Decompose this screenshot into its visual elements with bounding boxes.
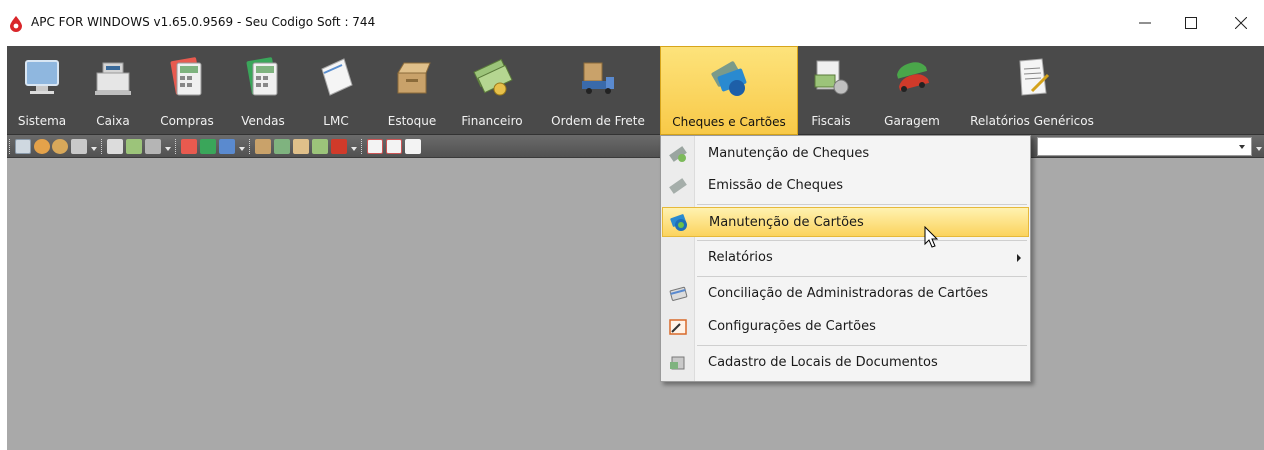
cards-icon bbox=[711, 61, 747, 96]
close-button[interactable] bbox=[1218, 0, 1264, 46]
menu-item-configuracoes-de-cartoes[interactable]: Configurações de Cartões bbox=[662, 312, 1029, 342]
cars-icon bbox=[897, 62, 930, 92]
toolbar-register-icon[interactable] bbox=[107, 139, 123, 154]
ribbon-item-lmc[interactable]: LMC bbox=[306, 46, 366, 135]
ribbon-item-sistema[interactable]: Sistema bbox=[7, 46, 77, 135]
ribbon-item-garagem[interactable]: Garagem bbox=[880, 46, 944, 135]
menu-item-manutencao-de-cheques[interactable]: Manutenção de Cheques bbox=[662, 139, 1029, 169]
minimize-button[interactable] bbox=[1122, 0, 1168, 46]
toolbar-payment-icon[interactable] bbox=[145, 139, 161, 154]
toolbar-grip[interactable] bbox=[9, 139, 11, 154]
window-title: APC FOR WINDOWS v1.65.0.9569 - Seu Codig… bbox=[31, 15, 376, 29]
chevron-down-icon[interactable] bbox=[1239, 145, 1245, 149]
ribbon-item-relatorios-genericos[interactable]: Relatórios Genéricos bbox=[960, 46, 1104, 135]
ribbon-item-estoque[interactable]: Estoque bbox=[378, 46, 446, 135]
report-icon bbox=[1019, 58, 1050, 96]
toolbar-overflow-icon[interactable] bbox=[91, 147, 97, 153]
computer-icon bbox=[25, 60, 59, 94]
toolbar-fuel-icon[interactable] bbox=[331, 139, 347, 154]
card-reconcile-icon bbox=[669, 286, 688, 301]
quick-toolbar bbox=[7, 135, 1264, 158]
toolbar-combo-box[interactable] bbox=[1037, 137, 1252, 156]
toolbar-money-icon[interactable] bbox=[126, 139, 142, 154]
toolbar-purchases-icon[interactable] bbox=[181, 139, 197, 154]
menu-item-relatorios[interactable]: Relatórios bbox=[662, 243, 1029, 273]
menu-separator bbox=[697, 345, 1027, 346]
toolbar-finance-icon[interactable] bbox=[312, 139, 328, 154]
ribbon-menu-bar: Sistema Caixa Compras Vendas LMC Estoque… bbox=[7, 46, 1264, 135]
ribbon-item-cheques-e-cartoes[interactable]: Cheques e Cartões bbox=[660, 46, 798, 135]
toolbar-product-icon[interactable] bbox=[274, 139, 290, 154]
toolbar-overflow-icon[interactable] bbox=[239, 147, 245, 153]
toolbar-grip[interactable] bbox=[175, 139, 177, 154]
toolbar-window-icon[interactable] bbox=[15, 139, 31, 154]
toolbar-document-icon[interactable] bbox=[386, 139, 402, 154]
menu-item-emissao-de-cheques[interactable]: Emissão de Cheques bbox=[662, 171, 1029, 201]
ribbon-item-ordem-de-frete[interactable]: Ordem de Frete bbox=[542, 46, 654, 135]
check-icon bbox=[669, 178, 687, 194]
toolbar-stock-icon[interactable] bbox=[255, 139, 271, 154]
menu-separator bbox=[697, 276, 1027, 277]
toolbar-overflow-icon[interactable] bbox=[1256, 147, 1262, 153]
ribbon-item-vendas[interactable]: Vendas bbox=[232, 46, 294, 135]
toolbar-grip[interactable] bbox=[361, 139, 363, 154]
box-icon bbox=[397, 62, 431, 94]
toolbar-document-icon[interactable] bbox=[367, 139, 383, 154]
toolbar-sales-icon[interactable] bbox=[200, 139, 216, 154]
calculator-icon bbox=[170, 57, 202, 96]
document-icon bbox=[321, 58, 353, 96]
ribbon-item-financeiro[interactable]: Financeiro bbox=[454, 46, 530, 135]
ribbon-item-caixa[interactable]: Caixa bbox=[84, 46, 142, 135]
maximize-button[interactable] bbox=[1168, 0, 1214, 46]
truck-icon bbox=[582, 62, 614, 94]
cheques-e-cartoes-dropdown-menu: Manutenção de Cheques Emissão de Cheques… bbox=[660, 135, 1031, 382]
toolbar-grip[interactable] bbox=[101, 139, 103, 154]
toolbar-users-icon[interactable] bbox=[52, 139, 68, 154]
card-settings-icon bbox=[669, 319, 687, 335]
mdi-workspace bbox=[7, 158, 1264, 450]
toolbar-overflow-icon[interactable] bbox=[351, 147, 357, 153]
chevron-right-icon bbox=[1017, 254, 1021, 262]
menu-item-cadastro-de-locais-de-documentos[interactable]: Cadastro de Locais de Documentos bbox=[662, 348, 1029, 378]
check-icon bbox=[669, 146, 687, 162]
cash-register-icon bbox=[95, 62, 131, 95]
document-location-icon bbox=[670, 356, 685, 370]
menu-item-conciliacao-de-administradoras[interactable]: Conciliação de Administradoras de Cartõe… bbox=[662, 279, 1029, 309]
toolbar-user-icon[interactable] bbox=[34, 139, 50, 154]
toolbar-document-icon[interactable] bbox=[405, 139, 421, 154]
fiscal-documents-icon bbox=[814, 60, 849, 95]
card-globe-icon bbox=[670, 214, 687, 231]
app-logo-icon bbox=[10, 16, 22, 32]
title-bar: APC FOR WINDOWS v1.65.0.9569 - Seu Codig… bbox=[0, 0, 1264, 46]
toolbar-grip[interactable] bbox=[249, 139, 251, 154]
toolbar-edit-icon[interactable] bbox=[71, 139, 87, 154]
money-icon bbox=[473, 58, 513, 96]
toolbar-clients-icon[interactable] bbox=[219, 139, 235, 154]
ribbon-item-compras[interactable]: Compras bbox=[152, 46, 222, 135]
menu-separator bbox=[697, 240, 1027, 241]
menu-separator bbox=[697, 204, 1027, 205]
toolbar-overflow-icon[interactable] bbox=[165, 147, 171, 153]
mouse-cursor-icon bbox=[924, 226, 939, 248]
ribbon-item-fiscais[interactable]: Fiscais bbox=[804, 46, 858, 135]
toolbar-box-icon[interactable] bbox=[293, 139, 309, 154]
menu-item-manutencao-de-cartoes[interactable]: Manutenção de Cartões bbox=[662, 207, 1029, 237]
calculator-icon bbox=[246, 57, 278, 96]
